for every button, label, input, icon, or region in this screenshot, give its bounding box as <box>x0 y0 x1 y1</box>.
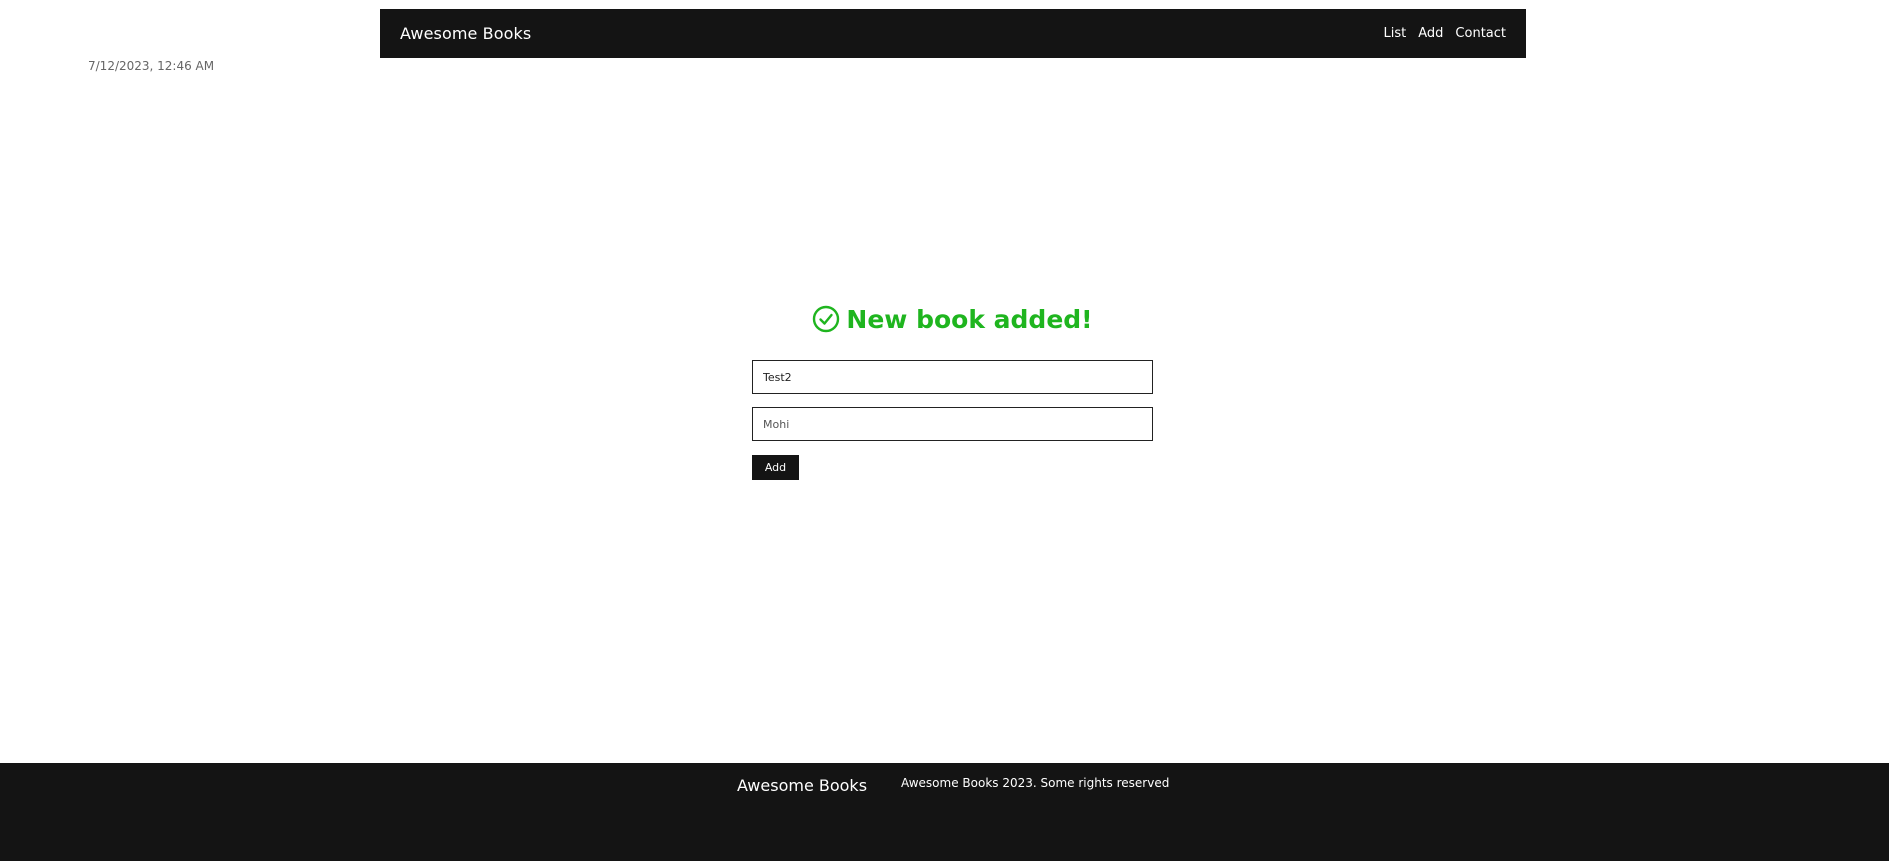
nav-link-contact[interactable]: Contact <box>1455 26 1506 41</box>
brand-title: Awesome Books <box>400 24 532 43</box>
footer-brand: Awesome Books <box>737 776 868 795</box>
check-circle-icon <box>812 305 840 333</box>
success-text: New book added! <box>846 304 1093 334</box>
title-input[interactable] <box>752 360 1153 394</box>
top-navbar: Awesome Books List Add Contact <box>380 9 1526 58</box>
footer: Awesome Books Awesome Books 2023. Some r… <box>0 763 1889 861</box>
success-message: New book added! <box>752 302 1153 336</box>
nav-link-add[interactable]: Add <box>1418 26 1443 41</box>
author-input[interactable] <box>752 407 1153 441</box>
footer-copyright: Awesome Books 2023. Some rights reserved <box>901 776 1170 790</box>
add-book-section: New book added! Add <box>752 302 1153 480</box>
nav-link-list[interactable]: List <box>1384 26 1407 41</box>
nav-menu: List Add Contact <box>1384 26 1506 41</box>
add-button[interactable]: Add <box>752 455 799 480</box>
current-datetime: 7/12/2023, 12:46 AM <box>88 59 215 73</box>
